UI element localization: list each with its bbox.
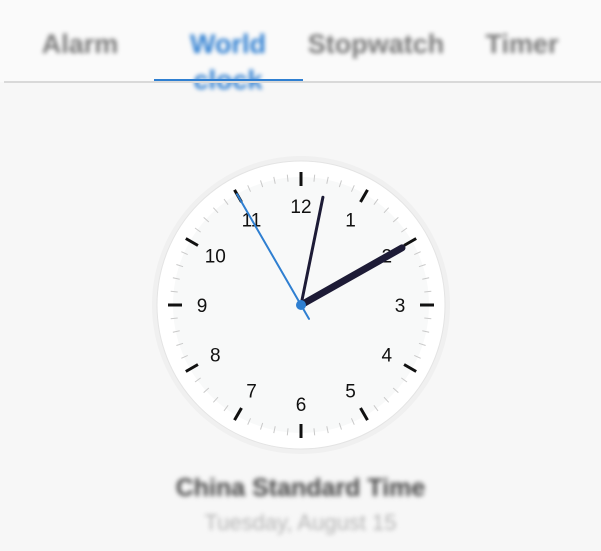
clock-face-svg: 121234567891011	[152, 156, 450, 454]
tab-stopwatch[interactable]: Stopwatch	[300, 26, 452, 62]
clock-numeral: 10	[205, 247, 226, 268]
clock-numeral: 7	[246, 382, 257, 403]
clock-numeral: 3	[395, 296, 406, 317]
clock-numeral: 6	[296, 395, 307, 416]
analog-clock: 121234567891011	[150, 154, 452, 456]
tab-world-clock[interactable]: World clock	[152, 26, 304, 95]
clock-numeral: 4	[381, 346, 392, 367]
timezone-name: China Standard Time	[175, 474, 426, 502]
tab-alarm[interactable]: Alarm	[20, 26, 140, 62]
tab-divider	[4, 81, 601, 83]
clock-numeral: 12	[290, 197, 311, 218]
clock-center-pin	[296, 300, 306, 310]
clock-numeral: 1	[345, 210, 356, 231]
clock-numeral: 9	[197, 296, 208, 317]
tab-bar: Alarm World clock Stopwatch Timer	[0, 0, 601, 95]
clock-numeral: 8	[210, 346, 221, 367]
clock-numeral: 5	[345, 382, 356, 403]
tab-timer[interactable]: Timer	[462, 26, 582, 62]
clock-app: Alarm World clock Stopwatch Timer 121234…	[0, 0, 601, 551]
timezone-date: Tuesday, August 15	[204, 510, 397, 535]
